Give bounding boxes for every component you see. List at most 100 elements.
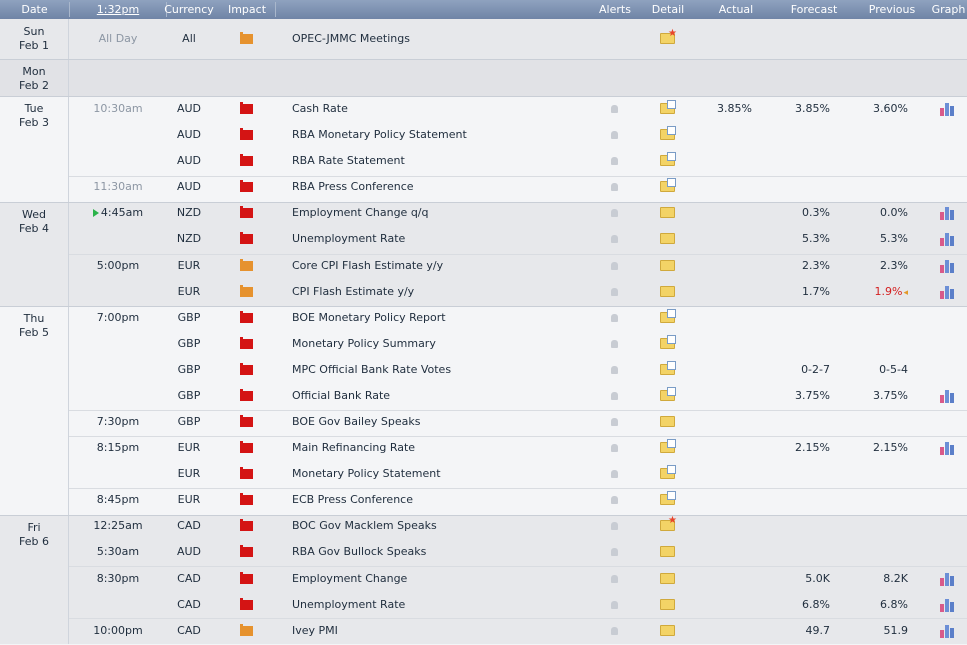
alert-bell-icon[interactable] [604,148,624,174]
impact-icon[interactable] [232,409,262,435]
event-title[interactable]: ECB Press Conference [292,487,602,513]
folder-icon[interactable] [655,409,681,435]
alert-bell-icon[interactable] [604,226,624,252]
event-row[interactable]: GBP Monetary Policy Summary [0,331,967,357]
event-title[interactable]: Monetary Policy Statement [292,461,602,487]
event-row[interactable]: 5:30am AUD RBA Gov Bullock Speaks [0,539,967,565]
impact-icon[interactable] [232,226,262,252]
graph-icon[interactable] [938,200,958,226]
event-title[interactable]: Employment Change q/q [292,200,602,226]
impact-icon[interactable] [232,26,262,52]
graph-icon[interactable] [938,279,958,305]
alert-bell-icon[interactable] [604,487,624,513]
folder-icon[interactable] [655,226,681,252]
graph-icon[interactable] [938,618,958,644]
impact-icon[interactable] [232,513,262,539]
event-title[interactable]: Core CPI Flash Estimate y/y [292,253,602,279]
graph-icon[interactable] [938,226,958,252]
event-row[interactable]: EUR Monetary Policy Statement [0,461,967,487]
folder-icon[interactable] [655,618,681,644]
alert-bell-icon[interactable] [604,253,624,279]
event-row[interactable]: AUD RBA Rate Statement [0,148,967,174]
impact-icon[interactable] [232,200,262,226]
impact-icon[interactable] [232,305,262,331]
event-title[interactable]: Employment Change [292,566,602,592]
alert-bell-icon[interactable] [604,618,624,644]
event-title[interactable]: Monetary Policy Summary [292,331,602,357]
alert-bell-icon[interactable] [604,279,624,305]
graph-icon[interactable] [938,461,958,487]
graph-icon[interactable] [938,96,958,122]
graph-icon[interactable] [938,487,958,513]
graph-icon[interactable] [938,592,958,618]
event-row[interactable]: CAD Unemployment Rate 6.8% 6.8% [0,592,967,618]
folder-icon[interactable] [655,279,681,305]
event-title[interactable]: Main Refinancing Rate [292,435,602,461]
alert-bell-icon[interactable] [604,96,624,122]
event-row[interactable]: 12:25am CAD BOC Gov Macklem Speaks ★ [0,513,967,539]
header-time-link[interactable]: 1:32pm [70,0,166,19]
event-title[interactable]: Official Bank Rate [292,383,602,409]
event-row[interactable]: AUD RBA Monetary Policy Statement [0,122,967,148]
impact-icon[interactable] [232,618,262,644]
alert-bell-icon[interactable] [604,539,624,565]
event-row[interactable]: 10:00pm CAD Ivey PMI 49.7 51.9 [0,618,967,644]
folder-doc-icon[interactable] [655,435,681,461]
event-title[interactable]: BOE Monetary Policy Report [292,305,602,331]
folder-icon[interactable] [655,200,681,226]
alert-bell-icon[interactable] [604,566,624,592]
impact-icon[interactable] [232,435,262,461]
event-row[interactable]: EUR CPI Flash Estimate y/y 1.7% 1.9%◂ [0,279,967,305]
folder-doc-icon[interactable] [655,305,681,331]
graph-icon[interactable] [938,383,958,409]
event-row[interactable]: NZD Unemployment Rate 5.3% 5.3% [0,226,967,252]
impact-icon[interactable] [232,253,262,279]
folder-icon[interactable] [655,539,681,565]
graph-icon[interactable] [938,305,958,331]
event-row[interactable]: 7:30pm GBP BOE Gov Bailey Speaks [0,409,967,435]
alert-bell-icon[interactable] [604,383,624,409]
alert-bell-icon[interactable] [604,26,624,52]
impact-icon[interactable] [232,148,262,174]
event-title[interactable]: MPC Official Bank Rate Votes [292,357,602,383]
event-title[interactable]: RBA Rate Statement [292,148,602,174]
graph-icon[interactable] [938,331,958,357]
alert-bell-icon[interactable] [604,305,624,331]
impact-icon[interactable] [232,461,262,487]
folder-doc-icon[interactable] [655,357,681,383]
event-row[interactable]: 8:30pm CAD Employment Change 5.0K 8.2K [0,566,967,592]
graph-icon[interactable] [938,174,958,200]
impact-icon[interactable] [232,279,262,305]
folder-doc-icon[interactable] [655,148,681,174]
alert-bell-icon[interactable] [604,592,624,618]
graph-icon[interactable] [938,122,958,148]
graph-icon[interactable] [938,148,958,174]
event-title[interactable]: Ivey PMI [292,618,602,644]
event-row[interactable]: 5:00pm EUR Core CPI Flash Estimate y/y 2.3%… [0,253,967,279]
graph-icon[interactable] [938,253,958,279]
alert-bell-icon[interactable] [604,461,624,487]
folder-doc-icon[interactable] [655,383,681,409]
folder-doc-icon[interactable] [655,487,681,513]
folder-star-icon[interactable]: ★ [655,26,681,52]
folder-doc-icon[interactable] [655,122,681,148]
graph-icon[interactable] [938,566,958,592]
event-row[interactable]: 11:30am AUD RBA Press Conference [0,174,967,200]
event-title[interactable]: OPEC-JMMC Meetings [292,26,602,52]
event-title[interactable]: CPI Flash Estimate y/y [292,279,602,305]
event-title[interactable]: Unemployment Rate [292,592,602,618]
impact-icon[interactable] [232,96,262,122]
event-title[interactable]: Unemployment Rate [292,226,602,252]
event-title[interactable]: RBA Press Conference [292,174,602,200]
event-row[interactable]: 8:45pm EUR ECB Press Conference [0,487,967,513]
event-row[interactable]: 10:30am AUD Cash Rate 3.85% 3.85% 3.60% [0,96,967,122]
impact-icon[interactable] [232,383,262,409]
graph-icon[interactable] [938,409,958,435]
impact-icon[interactable] [232,592,262,618]
folder-icon[interactable] [655,253,681,279]
folder-icon[interactable] [655,592,681,618]
folder-icon[interactable] [655,566,681,592]
impact-icon[interactable] [232,539,262,565]
impact-icon[interactable] [232,331,262,357]
alert-bell-icon[interactable] [604,435,624,461]
